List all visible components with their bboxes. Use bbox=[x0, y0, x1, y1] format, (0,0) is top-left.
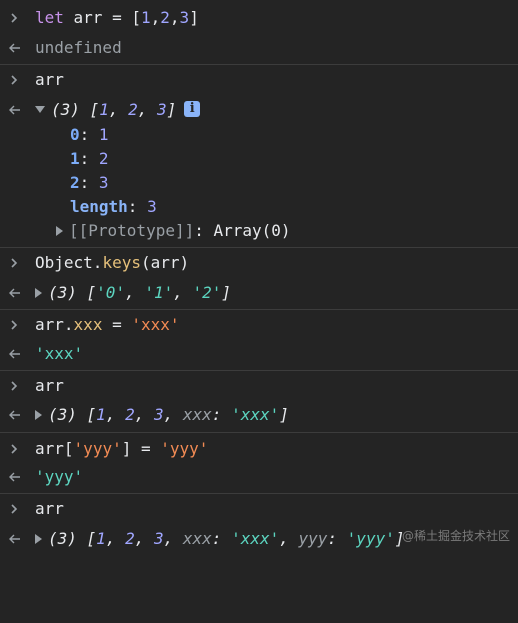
chevron-right-icon bbox=[9, 437, 23, 461]
chevron-right-icon bbox=[9, 6, 23, 30]
console-output-value: 'xxx' bbox=[35, 344, 84, 363]
array-preview[interactable]: (3) [1, 2, 3, xxx: 'xxx'] bbox=[35, 403, 289, 427]
console-input-line[interactable]: arr bbox=[0, 374, 518, 398]
console-input-code: arr bbox=[35, 376, 64, 395]
console-input-line[interactable]: arr.xxx = 'xxx' bbox=[0, 313, 518, 337]
triangle-down-icon[interactable] bbox=[35, 106, 45, 113]
info-icon[interactable]: i bbox=[184, 100, 201, 117]
return-arrow-icon bbox=[9, 465, 23, 489]
array-length-row: length: 3 bbox=[70, 197, 157, 216]
chevron-right-icon bbox=[9, 497, 23, 521]
array-preview[interactable]: (3) [1, 2, 3] i bbox=[35, 98, 201, 122]
console-output-value: undefined bbox=[35, 38, 122, 57]
return-arrow-icon bbox=[9, 342, 23, 366]
watermark-text: @稀土掘金技术社区 bbox=[401, 529, 510, 543]
chevron-right-icon bbox=[9, 374, 23, 398]
console-input-line[interactable]: arr['yyy'] = 'yyy' bbox=[0, 437, 518, 461]
triangle-right-icon[interactable] bbox=[35, 287, 42, 298]
console-input-code: arr.xxx = 'xxx' bbox=[35, 315, 180, 334]
console-output-line: undefined bbox=[0, 36, 518, 60]
devtools-console: let arr = [1,2,3] undefined arr (3) [1, … bbox=[0, 0, 518, 558]
console-input-code: arr bbox=[35, 499, 64, 518]
chevron-right-icon bbox=[9, 313, 23, 337]
return-arrow-icon bbox=[9, 36, 23, 60]
console-separator bbox=[0, 64, 518, 65]
chevron-right-icon bbox=[9, 68, 23, 92]
console-output-line[interactable]: (3) ['0', '1', '2'] bbox=[0, 281, 518, 305]
array-preview[interactable]: (3) ['0', '1', '2'] bbox=[35, 281, 231, 305]
chevron-right-icon bbox=[9, 251, 23, 275]
array-preview[interactable]: (3) [1, 2, 3, xxx: 'xxx', yyy: 'yyy'] bbox=[35, 527, 404, 551]
console-output-value: 'yyy' bbox=[35, 467, 84, 486]
return-arrow-icon bbox=[9, 527, 23, 551]
console-output-line: 'yyy' bbox=[0, 465, 518, 489]
console-output-line[interactable]: (3) [1, 2, 3, xxx: 'xxx'] bbox=[0, 403, 518, 427]
array-property-row: 0: 1 bbox=[70, 125, 109, 144]
console-separator bbox=[0, 493, 518, 494]
console-output-line: 'xxx' bbox=[0, 342, 518, 366]
console-separator bbox=[0, 432, 518, 433]
console-input-line[interactable]: arr bbox=[0, 497, 518, 521]
return-arrow-icon bbox=[9, 98, 23, 122]
triangle-right-icon[interactable] bbox=[35, 409, 42, 420]
console-input-code: arr bbox=[35, 70, 64, 89]
console-separator bbox=[0, 309, 518, 310]
triangle-right-icon[interactable] bbox=[35, 533, 42, 544]
array-prototype-row[interactable]: [[Prototype]]: Array(0) bbox=[0, 219, 518, 243]
console-separator bbox=[0, 247, 518, 248]
console-input-line[interactable]: arr bbox=[0, 68, 518, 92]
console-output-line[interactable]: (3) [1, 2, 3] i bbox=[0, 98, 518, 122]
triangle-right-icon[interactable] bbox=[56, 225, 63, 236]
console-input-code: let arr = [1,2,3] bbox=[35, 8, 199, 27]
array-property-row: 2: 3 bbox=[70, 173, 109, 192]
console-input-line[interactable]: Object.keys(arr) bbox=[0, 251, 518, 275]
console-input-line[interactable]: let arr = [1,2,3] bbox=[0, 6, 518, 30]
array-property-row: 1: 2 bbox=[70, 149, 109, 168]
return-arrow-icon bbox=[9, 281, 23, 305]
return-arrow-icon bbox=[9, 403, 23, 427]
console-separator bbox=[0, 370, 518, 371]
console-input-code: arr['yyy'] = 'yyy' bbox=[35, 439, 209, 458]
console-input-code: Object.keys(arr) bbox=[35, 253, 190, 272]
